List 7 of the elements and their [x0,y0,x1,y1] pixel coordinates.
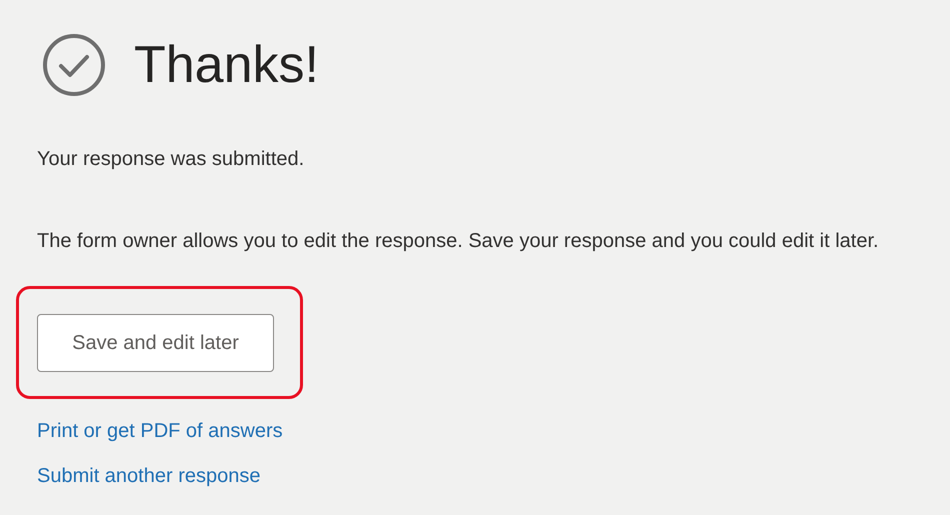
edit-note-text: The form owner allows you to edit the response. Save your response and you could edit it later. [37,229,880,254]
text-link[interactable]: Submit another response [37,464,260,489]
save-and-edit-later-button[interactable]: Save and edit later [37,314,274,372]
text-link[interactable]: Print or get PDF of answers [37,419,283,444]
confirmation-text: Your response was submitted. [37,147,306,172]
checkmark-circle-icon [42,33,106,97]
page-heading: Thanks! [134,39,319,91]
